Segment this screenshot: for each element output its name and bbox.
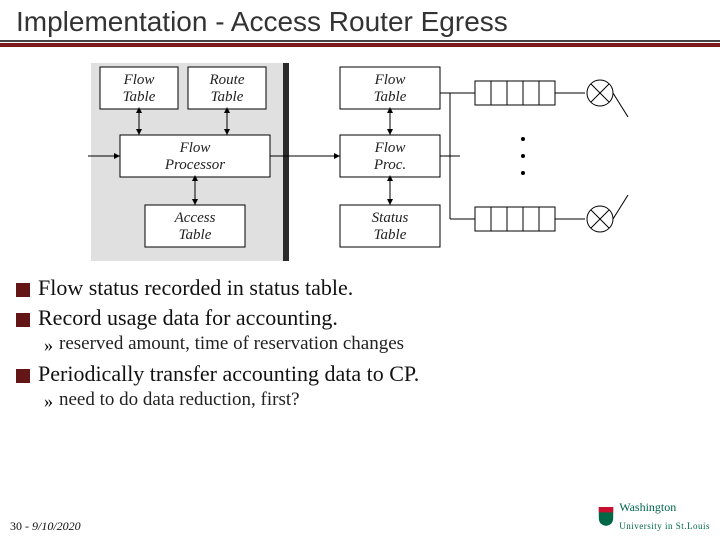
queue-top [475,81,555,105]
footer-sep: - [25,519,29,533]
label-status-table-b: Table [374,227,407,243]
subbullet-2-text: need to do data reduction, first? [59,389,300,411]
bullet-marker [16,369,30,383]
bullet-marker [16,283,30,297]
subbullet-marker: » [44,389,53,413]
slide: Implementation - Access Router Egress Fl… [0,0,720,540]
conn-mux-bot-out [613,195,628,219]
wustl-text: Washington University in St.Louis [619,498,710,534]
label-flow-proc-b: Proc. [373,157,406,173]
diagram-block-edge [283,63,289,261]
label-status-table-a: Status [372,210,409,226]
wustl-logo: Washington University in St.Louis [597,498,710,534]
bullet-1: Flow status recorded in status table. [16,275,704,301]
bullet-2-text: Record usage data for accounting. [38,305,338,331]
label-access-table-b: Table [179,227,212,243]
logo-sub: University in St.Louis [619,521,710,531]
footer-left: 30 - 9/10/2020 [10,519,81,534]
label-flow-processor-a: Flow [179,140,211,156]
label-flow-table-1b: Table [123,89,156,105]
subbullet-marker: » [44,333,53,357]
label-flow-table-2b: Table [374,89,407,105]
bullet-2: Record usage data for accounting. [16,305,704,331]
label-flow-processor-b: Processor [164,157,225,173]
conn-mux-top-out [613,93,628,117]
queue-bottom [475,207,555,231]
diagram-svg: Flow Table Route Table Flow Table Flow P… [0,57,720,267]
subbullet-1: » reserved amount, time of reservation c… [44,333,704,357]
label-flow-table-1a: Flow [123,72,155,88]
ellipsis-dot-3 [521,171,525,175]
slide-title: Implementation - Access Router Egress [0,0,720,40]
bullet-3: Periodically transfer accounting data to… [16,361,704,387]
logo-main: Washington [619,500,676,514]
body-content: Flow status recorded in status table. Re… [0,267,720,413]
subbullet-1-text: reserved amount, time of reservation cha… [59,333,404,355]
subbullet-2: » need to do data reduction, first? [44,389,704,413]
footer: 30 - 9/10/2020 Washington University in … [10,498,710,534]
ellipsis-dot-1 [521,137,525,141]
diagram-area: Flow Table Route Table Flow Table Flow P… [0,57,720,267]
label-route-table-b: Table [211,89,244,105]
footer-page: 30 [10,519,22,533]
label-flow-table-2a: Flow [374,72,406,88]
ellipsis-dot-2 [521,154,525,158]
footer-date: 9/10/2020 [32,519,81,533]
label-route-table-a: Route [209,72,245,88]
label-access-table-a: Access [174,210,216,226]
divider-thick [0,43,720,47]
bullet-3-text: Periodically transfer accounting data to… [38,361,419,387]
bullet-marker [16,313,30,327]
shield-icon [597,505,615,527]
label-flow-proc-a: Flow [374,140,406,156]
bullet-1-text: Flow status recorded in status table. [38,275,353,301]
divider-thin [0,40,720,42]
